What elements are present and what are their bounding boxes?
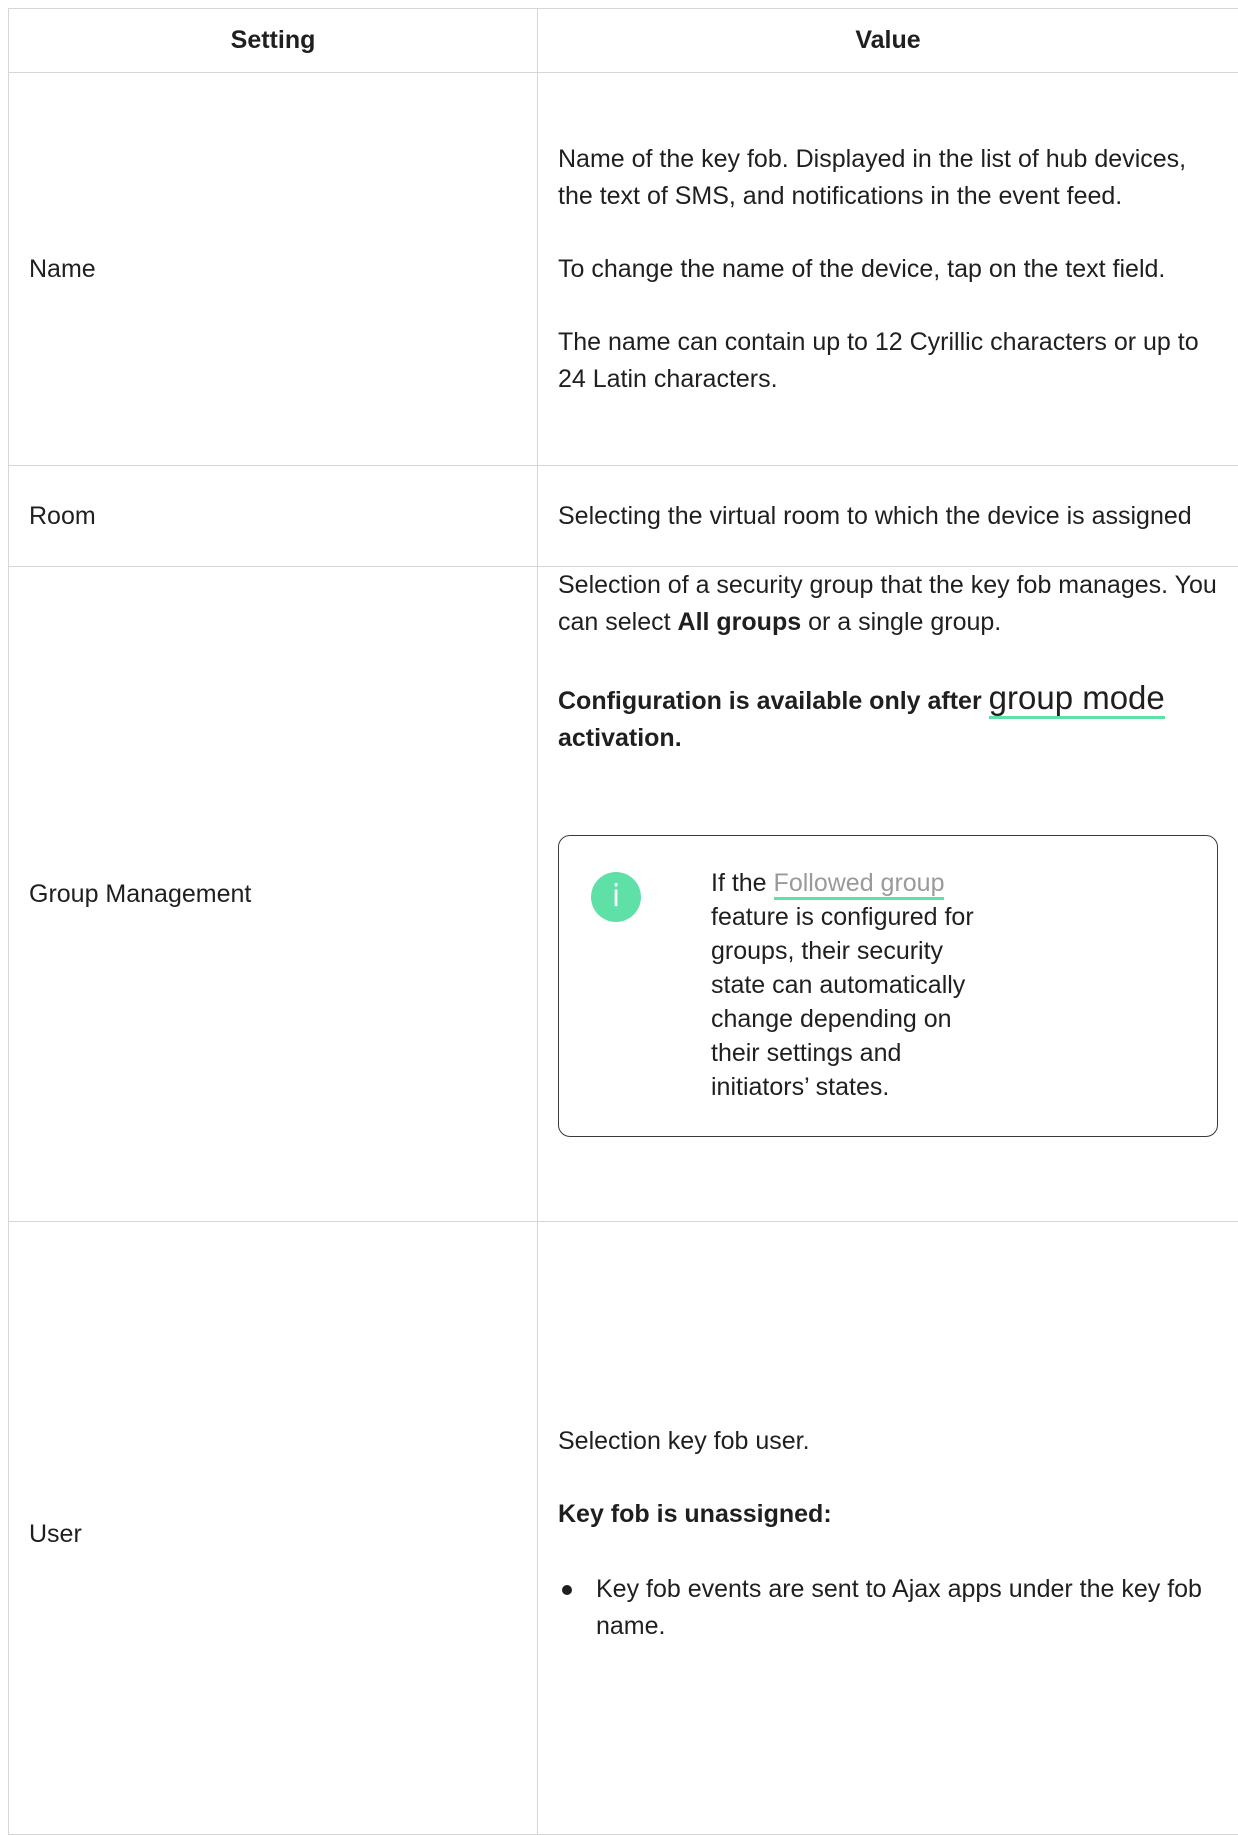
header-value: Value <box>538 9 1238 73</box>
followed-group-link[interactable]: Followed group <box>774 869 945 900</box>
unassigned-list: Key fob events are sent to Ajax apps und… <box>558 1571 1218 1645</box>
list-item: Key fob events are sent to Ajax apps und… <box>558 1571 1218 1645</box>
info-callout: i If the Followed group feature is confi… <box>558 835 1218 1137</box>
setting-room: Room <box>9 466 538 567</box>
setting-name: Name <box>9 73 538 466</box>
value-group-management: Selection of a security group that the k… <box>538 567 1238 1222</box>
unassigned-heading: Key fob is unassigned: <box>558 1496 1218 1533</box>
table-row-name: Name Name of the key fob. Displayed in t… <box>9 73 1238 466</box>
info-icon: i <box>591 872 641 922</box>
table-row-user: User Selection key fob user. Key fob is … <box>9 1222 1238 1835</box>
name-description: Name of the key fob. Displayed in the li… <box>558 141 1218 215</box>
user-description: Selection key fob user. <box>558 1423 1218 1460</box>
table-header-row: Setting Value <box>9 9 1238 73</box>
setting-group-management: Group Management <box>9 567 538 1222</box>
table-row-group-management: Group Management Selection of a security… <box>9 567 1238 1222</box>
setting-user: User <box>9 1222 538 1835</box>
value-user: Selection key fob user. Key fob is unass… <box>538 1222 1238 1835</box>
group-mode-link[interactable]: group mode <box>989 679 1165 719</box>
page: Setting Value Name Name of the key fob. … <box>0 0 1238 1830</box>
all-groups-label: All groups <box>678 608 802 636</box>
name-change-instruction: To change the name of the device, tap on… <box>558 251 1218 288</box>
settings-table: Setting Value Name Name of the key fob. … <box>8 8 1238 1835</box>
header-setting: Setting <box>9 9 538 73</box>
name-length-limit: The name can contain up to 12 Cyrillic c… <box>558 324 1218 398</box>
value-name: Name of the key fob. Displayed in the li… <box>538 73 1238 466</box>
callout-text: If the Followed group feature is configu… <box>711 866 1001 1104</box>
value-room: Selecting the virtual room to which the … <box>538 466 1238 567</box>
table-row-room: Room Selecting the virtual room to which… <box>9 466 1238 567</box>
group-mode-note: Configuration is available only after gr… <box>558 679 1218 757</box>
group-description: Selection of a security group that the k… <box>558 567 1218 641</box>
